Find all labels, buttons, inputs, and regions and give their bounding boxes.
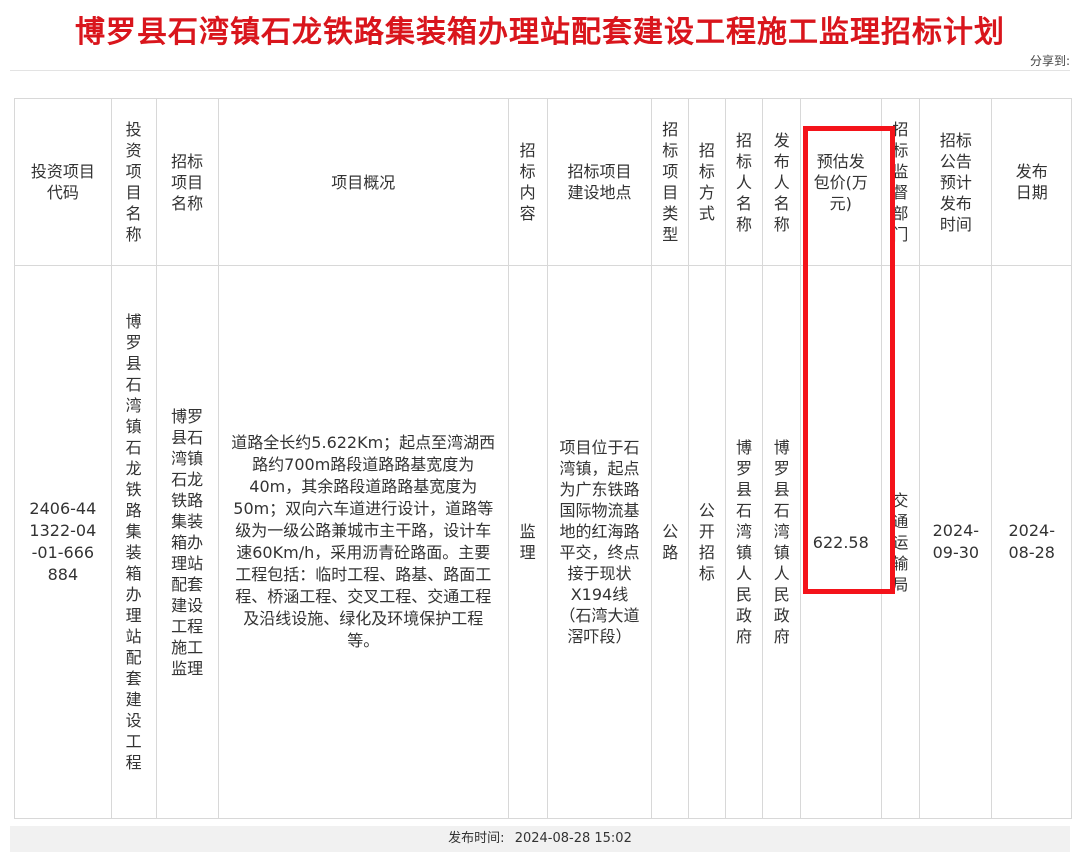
header-location: 招标项目建设地点 (546, 98, 653, 266)
header-bid-name: 招标项目名称 (155, 98, 219, 266)
header-project-type: 招标项目类型 (651, 98, 690, 266)
header-price: 预估发包价(万元) (800, 98, 882, 266)
cell-supervisor: 交通运输局 (880, 265, 921, 819)
header-project-code: 投资项目代码 (14, 98, 112, 266)
header-notice-time: 招标公告预计发布时间 (919, 98, 993, 266)
header-tenderer: 招标人名称 (724, 98, 764, 266)
header-bid-content: 招标内容 (507, 98, 548, 266)
cell-tenderer: 博罗县石湾镇人民政府 (724, 265, 764, 819)
header-project-name: 投资项目名称 (110, 98, 157, 266)
header-supervisor: 招标监督部门 (880, 98, 921, 266)
cell-project-type: 公路 (651, 265, 690, 819)
header-bid-method: 招标方式 (688, 98, 726, 266)
cell-bid-method: 公开招标 (688, 265, 726, 819)
cell-overview: 道路全长约5.622Km；起点至湾湖西路约700m路段道路路基宽度为40m，其余… (217, 265, 509, 819)
cell-publisher: 博罗县石湾镇人民政府 (762, 265, 802, 819)
share-label[interactable]: 分享到: (1030, 52, 1070, 70)
header-publish-date: 发布日期 (991, 98, 1072, 266)
cell-publish-date: 2024-08-28 (991, 265, 1072, 819)
publish-time-value: 2024-08-28 15:02 (514, 831, 632, 846)
cell-location: 项目位于石湾镇，起点为广东铁路国际物流基地的红海路平交，终点接于现状X194线（… (546, 265, 653, 819)
table-row: 2406-441322-04-01-666884 博罗县石湾镇石龙铁路集装箱办理… (14, 265, 1072, 819)
bid-plan-table: 投资项目代码 投资项目名称 招标项目名称 项目概况 招标内容 招标项目建设地点 … (14, 98, 1072, 819)
cell-project-name: 博罗县石湾镇石龙铁路集装箱办理站配套建设工程 (110, 265, 157, 819)
page-title: 博罗县石湾镇石龙铁路集装箱办理站配套建设工程施工监理招标计划 (75, 15, 1005, 50)
cell-bid-content: 监理 (507, 265, 548, 819)
header-publisher: 发布人名称 (762, 98, 802, 266)
header-overview: 项目概况 (217, 98, 509, 266)
publish-time-bar: 发布时间: 2024-08-28 15:02 (10, 826, 1070, 852)
cell-project-code: 2406-441322-04-01-666884 (14, 265, 112, 819)
cell-bid-name: 博罗县石湾镇石龙铁路集装箱办理站配套建设工程施工监理 (155, 265, 219, 819)
page: 博罗县石湾镇石龙铁路集装箱办理站配套建设工程施工监理招标计划 分享到: 投资项目… (0, 0, 1080, 860)
cell-price: 622.58 (800, 265, 882, 819)
table-header-row: 投资项目代码 投资项目名称 招标项目名称 项目概况 招标内容 招标项目建设地点 … (14, 98, 1072, 266)
cell-notice-time: 2024-09-30 (919, 265, 993, 819)
publish-time-label: 发布时间: (448, 831, 505, 846)
title-divider (10, 70, 1070, 71)
